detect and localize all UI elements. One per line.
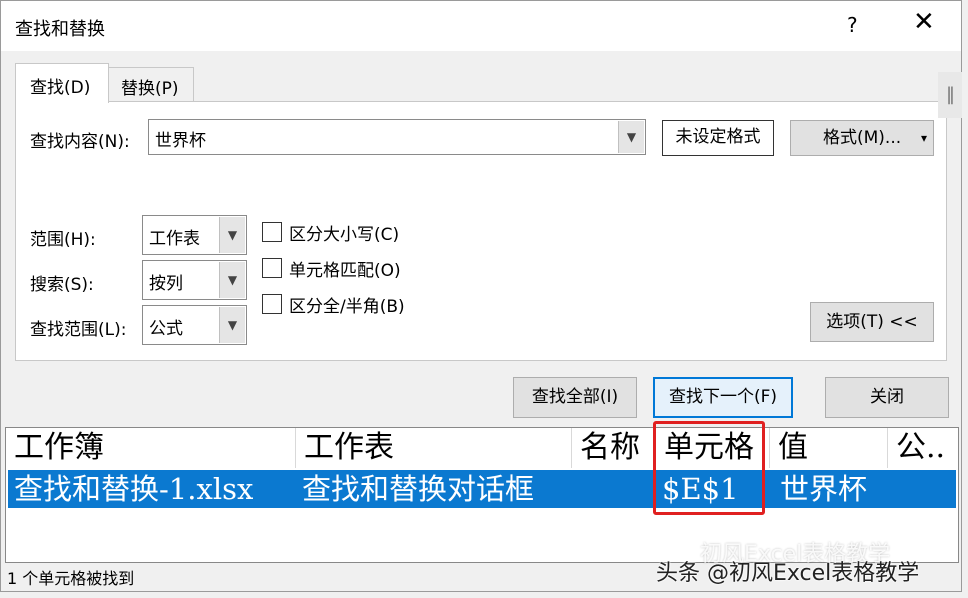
close-button[interactable]: 关闭 — [825, 377, 949, 418]
within-select[interactable]: 工作表 ▼ — [142, 215, 247, 255]
cell-workbook: 查找和替换-1.xlsx — [14, 472, 254, 506]
look-in-select[interactable]: 公式 ▼ — [142, 305, 247, 345]
status-text: 1 个单元格被找到 — [7, 569, 135, 588]
find-all-button[interactable]: 查找全部(I) — [513, 377, 637, 418]
cell-value: 世界杯 — [780, 472, 868, 506]
search-label: 搜索(S): — [30, 275, 94, 295]
find-panel: 查找内容(N): 世界杯 ▼ 未设定格式 格式(M)... ▾ 范围(H): 工… — [15, 101, 947, 361]
scrollbar-handle[interactable]: ‖ — [938, 72, 962, 118]
cell-name — [572, 470, 578, 508]
find-what-combobox[interactable]: 世界杯 ▼ — [148, 119, 646, 155]
search-value: 按列 — [149, 274, 183, 294]
format-button[interactable]: 格式(M)... ▾ — [790, 120, 934, 156]
within-value: 工作表 — [149, 229, 200, 249]
within-label: 范围(H): — [30, 230, 96, 250]
dialog-title: 查找和替换 — [15, 19, 105, 40]
table-row[interactable]: 查找和替换-1.xlsx 查找和替换对话框 $E$1 世界杯 — [8, 470, 956, 508]
tab-replace-label: 替换(P) — [121, 79, 179, 99]
col-header-sheet[interactable]: 工作表 — [296, 428, 572, 468]
tab-replace[interactable]: 替换(P) — [108, 67, 194, 102]
match-case-label: 区分大小写(C) — [289, 225, 400, 245]
match-byte-checkbox[interactable] — [262, 294, 282, 314]
col-header-value[interactable]: 值 — [770, 428, 888, 468]
chevron-down-icon[interactable]: ▼ — [219, 262, 245, 298]
match-byte-label: 区分全/半角(B) — [289, 297, 405, 317]
highlight-box — [653, 421, 765, 515]
find-what-label: 查找内容(N): — [30, 132, 130, 152]
chevron-down-icon[interactable]: ▼ — [618, 121, 644, 153]
format-preview: 未设定格式 — [662, 120, 774, 156]
match-entire-cell-label: 单元格匹配(O) — [289, 261, 401, 281]
match-entire-cell-checkbox[interactable] — [262, 258, 282, 278]
chevron-down-icon[interactable]: ▼ — [219, 307, 245, 343]
format-button-label: 格式(M)... — [823, 128, 902, 148]
find-replace-dialog: 查找和替换 ? ✕ 查找(D) 替换(P) 查找内容(N): 世界杯 ▼ 未设定… — [0, 0, 962, 592]
tab-find-label: 查找(D) — [30, 78, 91, 98]
watermark-text: 头条 @初风Excel表格教学 — [656, 561, 920, 586]
options-button[interactable]: 选项(T) << — [810, 302, 934, 342]
search-select[interactable]: 按列 ▼ — [142, 260, 247, 300]
look-in-label: 查找范围(L): — [30, 320, 127, 340]
grip-icon: ‖ — [946, 84, 955, 105]
close-window-button[interactable]: ✕ — [913, 9, 935, 35]
find-what-input[interactable]: 世界杯 — [155, 126, 206, 151]
col-header-name[interactable]: 名称 — [572, 428, 656, 468]
find-next-button[interactable]: 查找下一个(F) — [653, 377, 793, 418]
cell-sheet: 查找和替换对话框 — [302, 472, 535, 506]
col-header-formula[interactable]: 公.. — [888, 428, 958, 468]
chevron-down-icon[interactable]: ▼ — [219, 217, 245, 253]
match-case-checkbox[interactable] — [262, 222, 282, 242]
look-in-value: 公式 — [149, 319, 183, 339]
title-bar: 查找和替换 ? ✕ — [1, 1, 961, 51]
help-button[interactable]: ? — [847, 13, 858, 37]
dropdown-arrow-icon: ▾ — [920, 131, 927, 145]
tab-find[interactable]: 查找(D) — [15, 63, 109, 103]
col-header-workbook[interactable]: 工作簿 — [6, 428, 296, 468]
